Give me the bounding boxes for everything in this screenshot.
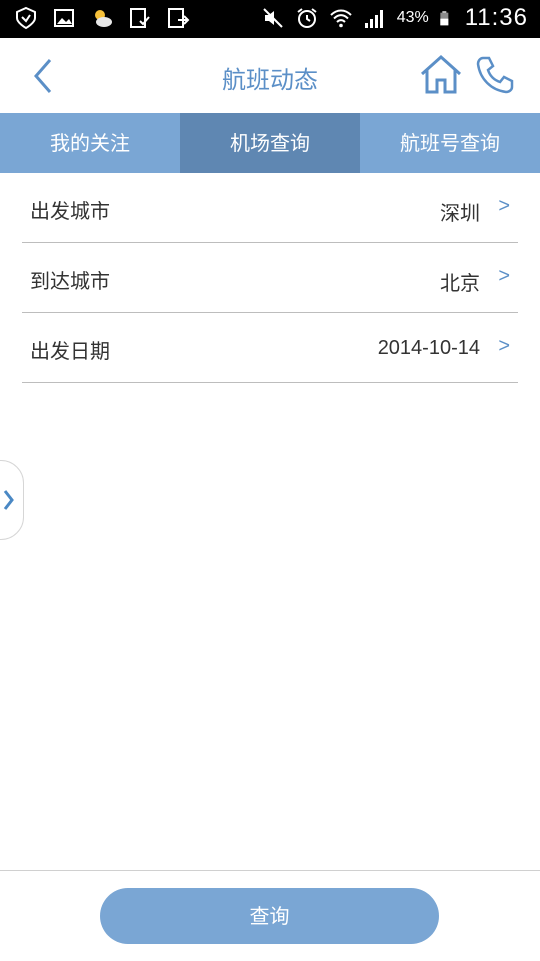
tab-airport-query[interactable]: 机场查询	[180, 113, 360, 173]
phone-button[interactable]	[474, 54, 516, 96]
chevron-right-icon	[3, 490, 14, 510]
home-button[interactable]	[418, 54, 464, 96]
arrival-city-row[interactable]: 到达城市 北京 >	[22, 243, 518, 313]
chevron-right-icon: >	[498, 265, 510, 287]
arrival-city-value: 北京	[440, 271, 480, 295]
alarm-icon	[297, 8, 317, 28]
departure-date-label: 出发日期	[30, 339, 110, 363]
mute-icon	[262, 8, 283, 28]
side-drawer-handle[interactable]	[0, 460, 24, 540]
clock: 11:36	[464, 4, 528, 31]
status-bar: 43% 11:36	[0, 0, 540, 38]
departure-city-label: 出发城市	[30, 199, 110, 223]
query-form: 出发城市 深圳 > 到达城市 北京 > 出发日期 2014-10-14 >	[22, 173, 518, 383]
chevron-right-icon: >	[498, 195, 510, 217]
chevron-right-icon: >	[498, 335, 510, 357]
query-button[interactable]: 查询	[100, 888, 439, 944]
tab-my-follows[interactable]: 我的关注	[0, 113, 180, 173]
query-tabs: 我的关注 机场查询 航班号查询	[0, 113, 540, 173]
phone-icon	[476, 56, 514, 94]
home-icon	[420, 54, 462, 94]
departure-city-value: 深圳	[440, 201, 480, 225]
wifi-icon	[329, 9, 352, 28]
shield-icon	[16, 6, 36, 30]
weather-icon	[95, 10, 112, 27]
clipboard-check-icon	[130, 8, 150, 28]
signal-icon	[364, 10, 383, 28]
bottom-bar: 查询	[0, 870, 540, 961]
battery-icon	[440, 11, 449, 26]
image-icon	[54, 9, 74, 27]
battery-percent: 43%	[396, 9, 429, 26]
arrival-city-label: 到达城市	[30, 269, 110, 293]
departure-date-value: 2014-10-14	[377, 337, 480, 359]
tab-flight-number-query[interactable]: 航班号查询	[360, 113, 540, 173]
departure-city-row[interactable]: 出发城市 深圳 >	[22, 173, 518, 243]
share-icon	[168, 8, 190, 28]
title-bar: 航班动态	[0, 38, 540, 114]
departure-date-row[interactable]: 出发日期 2014-10-14 >	[22, 313, 518, 383]
